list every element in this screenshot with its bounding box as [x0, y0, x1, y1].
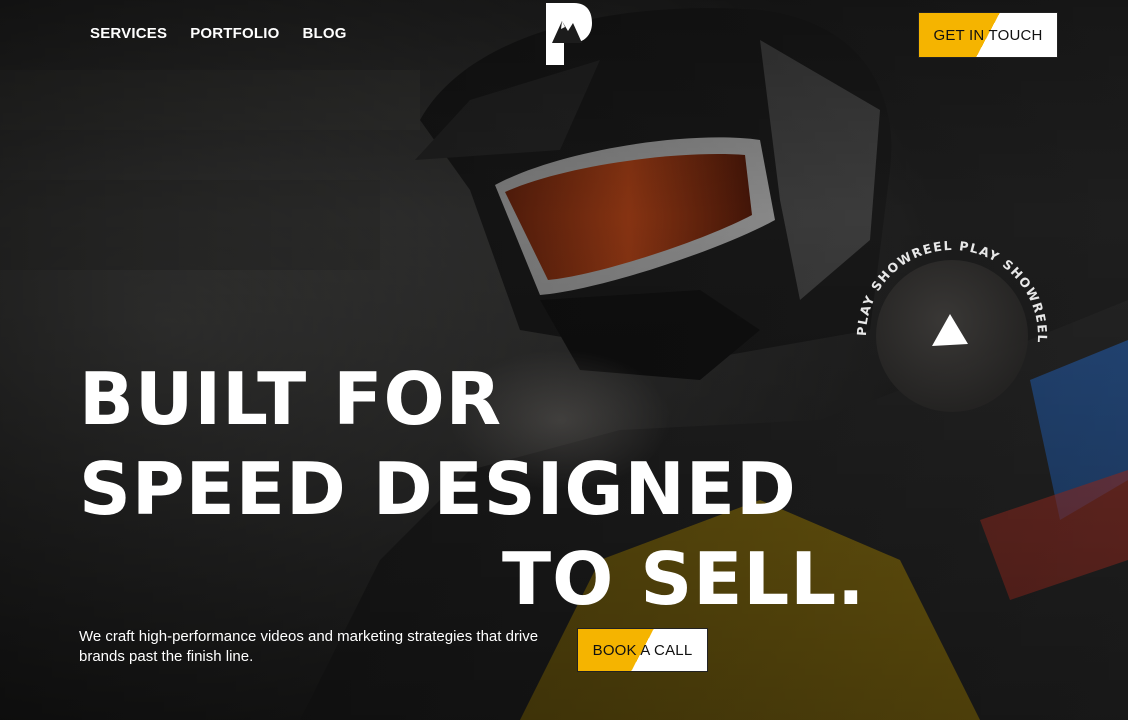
main-nav: SERVICES PORTFOLIO BLOG	[90, 25, 347, 42]
nav-item-portfolio[interactable]: PORTFOLIO	[190, 25, 279, 42]
hero-headline: BUILT FOR SPEED DESIGNED TO SELL.	[79, 354, 866, 624]
hero-subtext: We craft high-performance videos and mar…	[79, 628, 539, 665]
headline-line-1: BUILT FOR	[79, 357, 503, 441]
hero-section: SERVICES PORTFOLIO BLOG GET IN TOUCH BUI…	[0, 0, 1128, 720]
get-in-touch-button[interactable]: GET IN TOUCH	[918, 12, 1058, 58]
book-a-call-button[interactable]: BOOK A CALL	[577, 628, 708, 672]
nav-item-services[interactable]: SERVICES	[90, 25, 167, 42]
headline-line-2: SPEED DESIGNED	[79, 447, 797, 531]
nav-item-blog[interactable]: BLOG	[302, 25, 346, 42]
play-showreel-button[interactable]: PLAY SHOWREEL PLAY SHOWREEL	[852, 236, 1052, 436]
mountain-p-logo-icon[interactable]	[544, 3, 592, 65]
headline-line-3: TO SELL.	[502, 537, 866, 621]
